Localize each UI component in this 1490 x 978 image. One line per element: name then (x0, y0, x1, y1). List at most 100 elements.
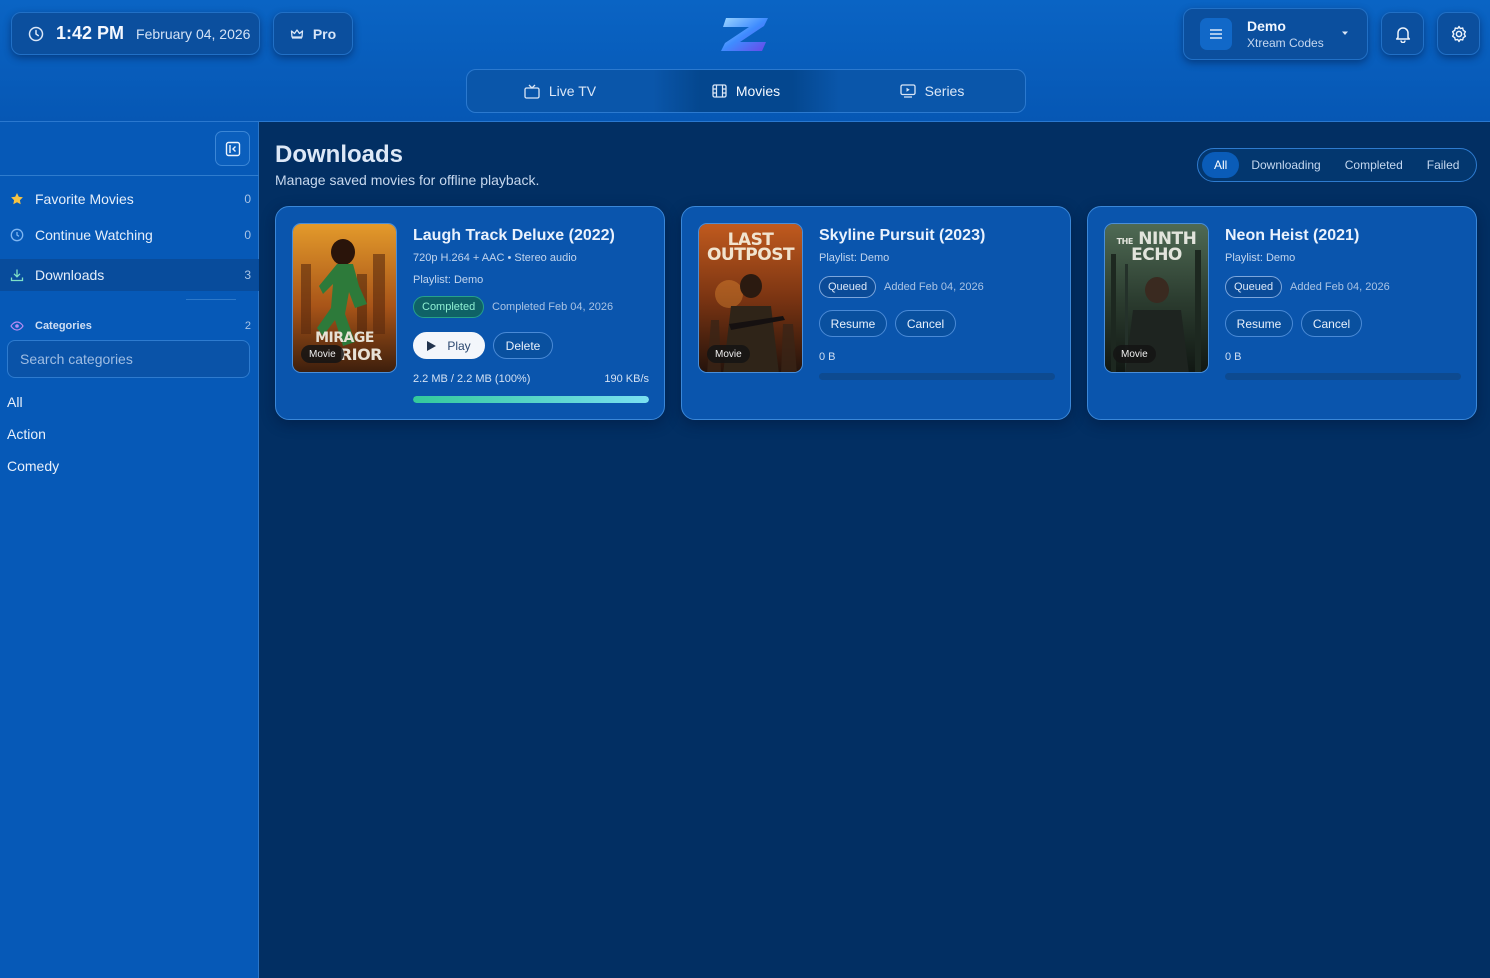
filter-failed[interactable]: Failed (1415, 152, 1472, 178)
tab-label: Live TV (548, 83, 597, 99)
media-type-badge: Movie (707, 345, 750, 363)
eye-icon (10, 321, 24, 331)
delete-button[interactable]: Delete (493, 332, 553, 359)
category-item-all[interactable]: All (7, 394, 23, 410)
main-tabs: Live TV Movies Series (466, 69, 1026, 113)
download-size: 0 B (1225, 351, 1242, 363)
search-categories-input[interactable] (7, 340, 250, 378)
sidebar-item-label: Continue Watching (35, 227, 153, 243)
clock-widget: 1:42 PM February 04, 2026 (11, 12, 260, 55)
download-card: MIRAGE RIOR Movie Laugh Track Deluxe (20… (275, 206, 665, 420)
progress-bar (1225, 373, 1461, 380)
sidebar-item-label: Favorite Movies (35, 191, 134, 207)
sidebar-item-favorite-movies[interactable]: Favorite Movies 0 (0, 183, 259, 215)
filter-completed[interactable]: Completed (1333, 152, 1415, 178)
tab-label: Movies (735, 83, 781, 99)
progress-bar (413, 396, 649, 403)
movie-specs: 720p H.264 + AAC • Stereo audio (413, 252, 577, 264)
clock-icon (10, 228, 24, 242)
movie-playlist: Playlist: Demo (413, 274, 484, 286)
categories-header: Categories 2 (0, 318, 259, 334)
chevron-down-icon (1342, 31, 1348, 35)
progress-bar (819, 373, 1055, 380)
movie-poster[interactable]: LAST OUTPOST Movie (698, 223, 803, 373)
status-timestamp: Completed Feb 04, 2026 (492, 301, 614, 313)
status-timestamp: Added Feb 04, 2026 (1290, 281, 1390, 293)
status-badge: Queued (1225, 276, 1283, 298)
play-icon (427, 340, 437, 351)
pro-label: Pro (312, 25, 337, 42)
sidebar-item-label: Downloads (35, 267, 105, 283)
play-label: Play (447, 338, 471, 353)
movie-playlist: Playlist: Demo (819, 252, 890, 264)
status-badge: Completed (413, 296, 485, 318)
movie-playlist: Playlist: Demo (1225, 252, 1296, 264)
clock-time: 1:42 PM (56, 23, 125, 43)
tab-movies[interactable]: Movies (653, 70, 839, 112)
movie-poster[interactable]: THE NINTH ECHO Movie (1104, 223, 1209, 373)
settings-button[interactable] (1437, 12, 1480, 55)
tab-series[interactable]: Series (839, 70, 1025, 112)
pro-button[interactable]: Pro (273, 12, 353, 55)
download-rate: 190 KB/s (604, 373, 649, 385)
filter-all[interactable]: All (1202, 152, 1240, 178)
category-item-comedy[interactable]: Comedy (7, 458, 59, 474)
status-badge: Queued (819, 276, 877, 298)
resume-button[interactable]: Resume (819, 310, 887, 337)
download-card: LAST OUTPOST Movie Skyline Pursuit (2023… (681, 206, 1071, 420)
divider (0, 175, 259, 176)
download-size: 0 B (819, 351, 836, 363)
poster-title: ECHO (1131, 245, 1182, 265)
app-logo (721, 18, 768, 51)
categories-count: 2 (244, 320, 251, 332)
divider (186, 299, 236, 300)
tab-live-tv[interactable]: Live TV (467, 70, 653, 112)
movie-title: Skyline Pursuit (2023) (819, 227, 986, 244)
download-card: THE NINTH ECHO Movie Neon Heist (2021) P… (1087, 206, 1477, 420)
category-item-action[interactable]: Action (7, 426, 46, 442)
download-size: 2.2 MB / 2.2 MB (100%) (413, 373, 531, 385)
movie-title: Neon Heist (2021) (1225, 227, 1360, 244)
sidebar: Favorite Movies 0 Continue Watching 0 Do… (0, 122, 259, 978)
page-subtitle: Manage saved movies for offline playback… (275, 172, 540, 188)
status-timestamp: Added Feb 04, 2026 (884, 281, 984, 293)
progress-fill (413, 396, 649, 403)
collapse-sidebar-button[interactable] (215, 131, 250, 166)
filter-downloading[interactable]: Downloading (1239, 152, 1332, 178)
play-button[interactable]: Play (413, 332, 485, 359)
sidebar-item-count: 0 (244, 228, 251, 242)
movie-title: Laugh Track Deluxe (2022) (413, 227, 615, 244)
resume-button[interactable]: Resume (1225, 310, 1293, 337)
cancel-button[interactable]: Cancel (895, 310, 956, 337)
poster-title: MIRAGE (315, 330, 374, 346)
crown-icon (290, 28, 303, 39)
account-name: Demo (1247, 18, 1286, 34)
page-title: Downloads (275, 141, 404, 168)
download-size-row: 2.2 MB / 2.2 MB (100%) 190 KB/s (413, 373, 649, 385)
poster-title: OUTPOST (706, 245, 795, 265)
bell-icon (1395, 26, 1410, 43)
tab-label: Series (924, 83, 965, 99)
account-switcher[interactable]: Demo Xtream Codes (1183, 8, 1368, 60)
gear-icon (1451, 25, 1466, 42)
categories-label: Categories (35, 320, 92, 332)
series-icon (900, 84, 916, 98)
sidebar-item-downloads[interactable]: Downloads 3 (0, 259, 259, 291)
media-type-badge: Movie (1113, 345, 1156, 363)
status-filter: All Downloading Completed Failed (1197, 148, 1477, 182)
sidebar-item-count: 0 (244, 192, 251, 206)
cancel-button[interactable]: Cancel (1301, 310, 1362, 337)
movie-poster[interactable]: MIRAGE RIOR Movie (292, 223, 397, 373)
star-icon (11, 193, 23, 205)
collapse-icon (225, 141, 240, 156)
sidebar-item-count: 3 (244, 268, 251, 282)
clock-icon (28, 26, 44, 41)
film-icon (712, 84, 727, 98)
clock-date: February 04, 2026 (136, 25, 251, 42)
top-bar: 1:42 PM February 04, 2026 Pro Demo Xtrea… (0, 0, 1490, 122)
sidebar-item-continue-watching[interactable]: Continue Watching 0 (0, 219, 259, 251)
menu-icon (1200, 18, 1232, 50)
notifications-button[interactable] (1381, 12, 1424, 55)
tv-icon (524, 84, 540, 99)
media-type-badge: Movie (301, 345, 344, 363)
